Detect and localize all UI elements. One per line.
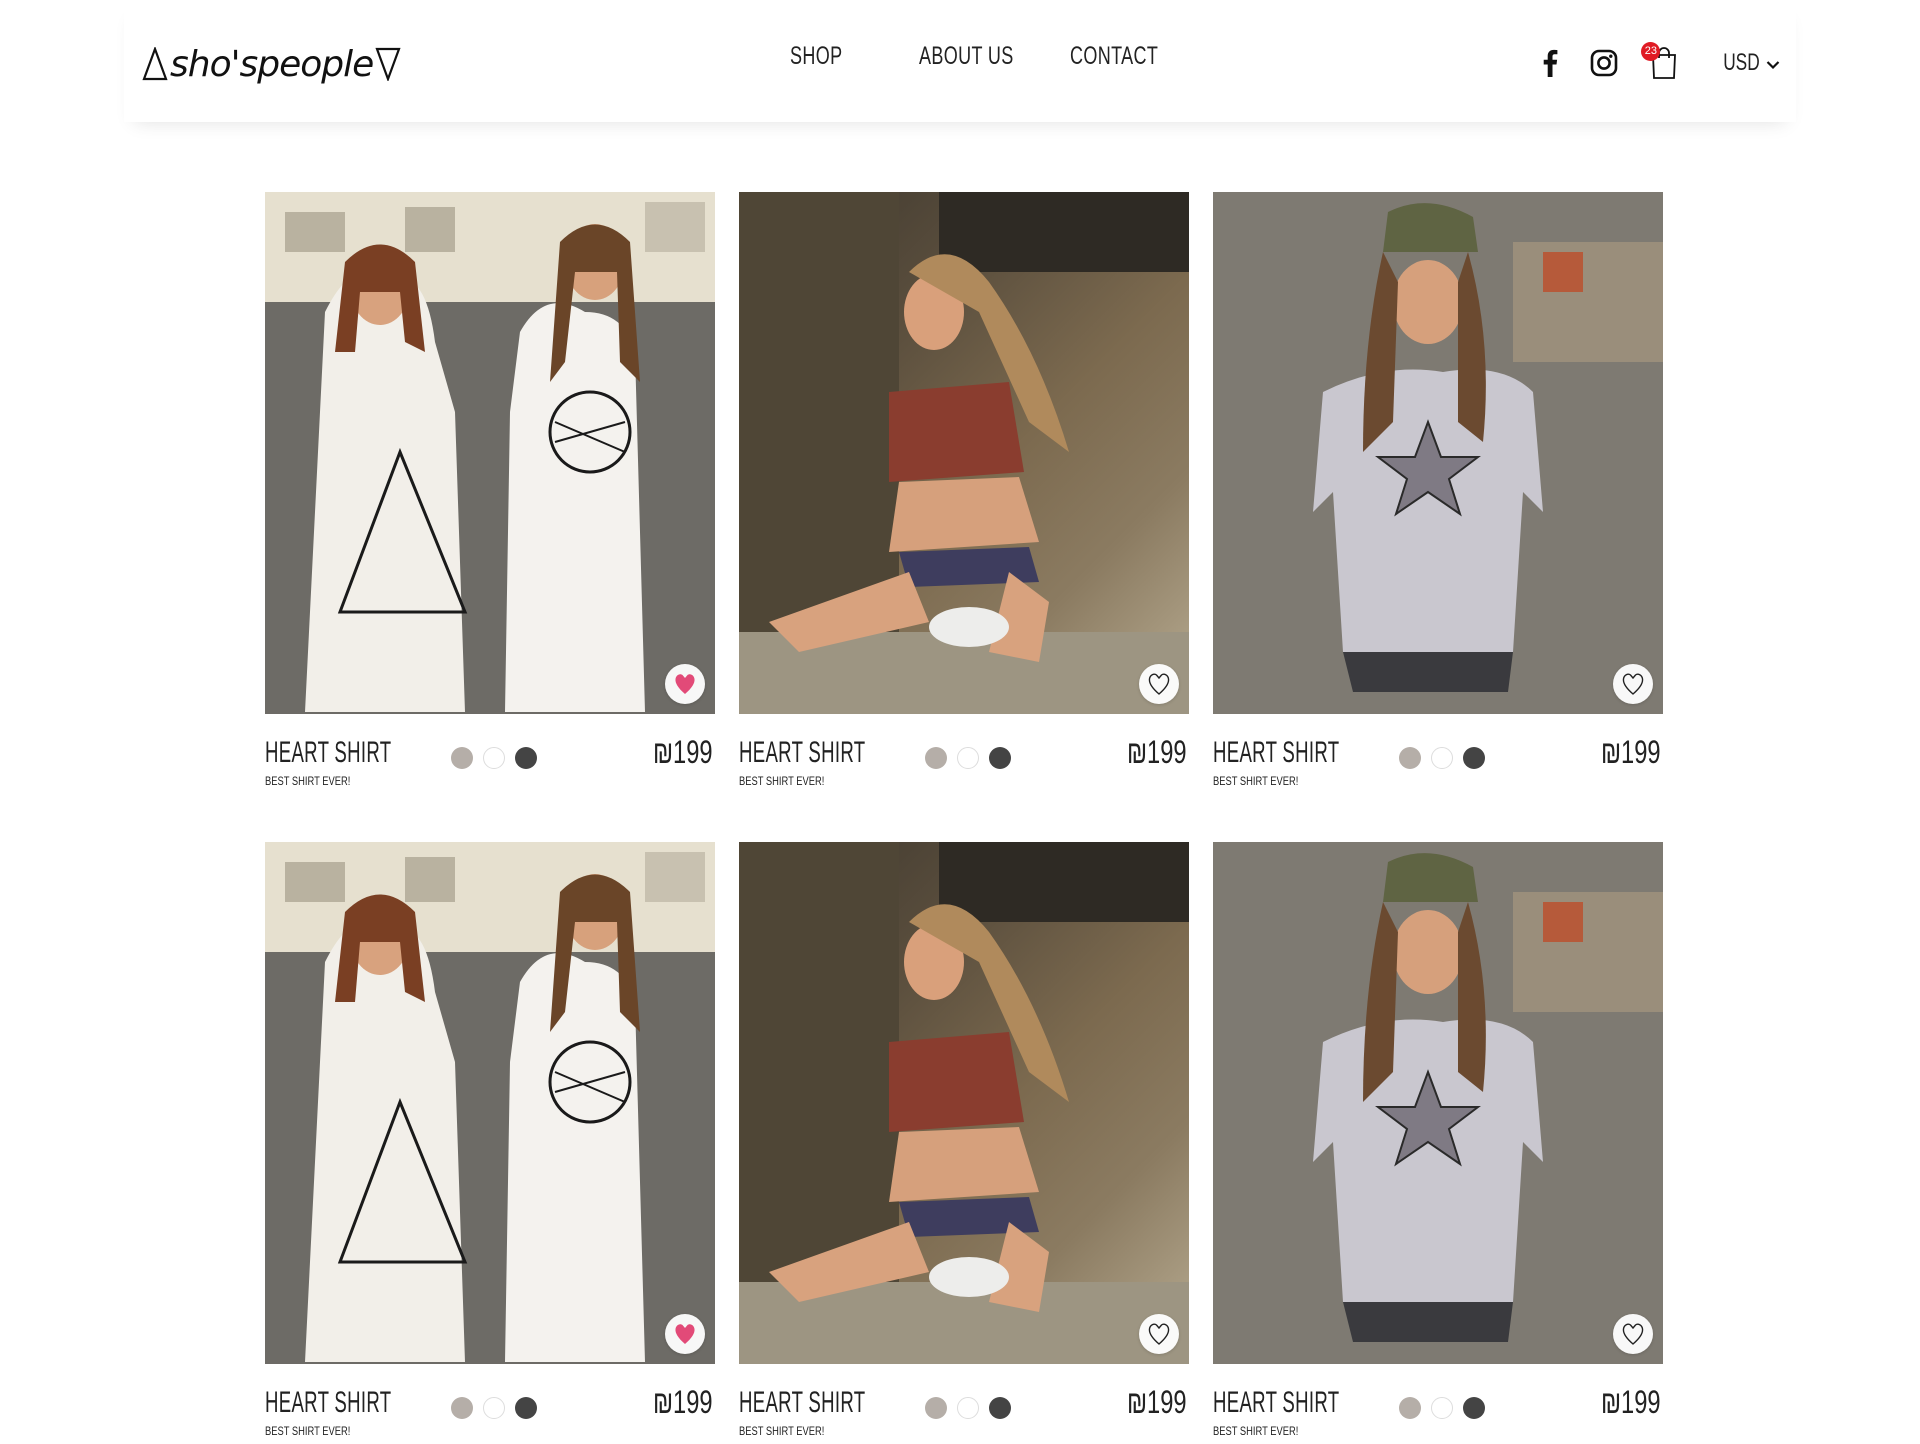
color-swatches [925,747,1011,769]
logo-triangle-down-icon [375,47,401,81]
color-swatches [451,1397,537,1419]
photo-illustration [265,192,715,714]
product-info: HEART SHIRT BEST SHIRT EVER! ₪199 [739,1364,1189,1444]
product-name[interactable]: HEART SHIRT [739,1386,865,1420]
wishlist-button[interactable] [1613,664,1653,704]
logo-triangle-up-icon [142,47,168,81]
swatch-dark[interactable] [989,1397,1011,1419]
product-subtitle: BEST SHIRT EVER! [265,1424,351,1438]
wishlist-button[interactable] [665,1314,705,1354]
product-image[interactable] [1213,842,1663,1364]
heart-outline-icon [1622,673,1644,695]
heart-outline-icon [1622,1323,1644,1345]
heart-filled-icon [675,1324,695,1344]
swatch-dark[interactable] [1463,1397,1485,1419]
nav-shop[interactable]: SHOP [790,42,842,71]
product-name[interactable]: HEART SHIRT [1213,736,1339,770]
currency-selector[interactable]: USD [1709,49,1780,77]
product-subtitle: BEST SHIRT EVER! [739,1424,825,1438]
product-card[interactable]: HEART SHIRT BEST SHIRT EVER! ₪199 [1213,192,1663,794]
product-card[interactable]: HEART SHIRT BEST SHIRT EVER! ₪199 [265,192,715,794]
photo-illustration [739,842,1189,1364]
chevron-down-icon [1766,49,1780,77]
product-name[interactable]: HEART SHIRT [265,736,391,770]
product-price: ₪199 [1601,1384,1661,1420]
swatch-grey[interactable] [925,747,947,769]
swatch-white[interactable] [483,747,505,769]
color-swatches [451,747,537,769]
color-swatches [1399,747,1485,769]
product-image[interactable] [1213,192,1663,714]
product-image[interactable] [265,842,715,1364]
swatch-dark[interactable] [989,747,1011,769]
product-card[interactable]: HEART SHIRT BEST SHIRT EVER! ₪199 [739,192,1189,794]
wishlist-button[interactable] [1613,1314,1653,1354]
photo-illustration [1213,842,1663,1364]
swatch-dark[interactable] [1463,747,1485,769]
color-swatches [925,1397,1011,1419]
photo-illustration [739,192,1189,714]
product-info: HEART SHIRT BEST SHIRT EVER! ₪199 [1213,1364,1663,1444]
product-info: HEART SHIRT BEST SHIRT EVER! ₪199 [1213,714,1663,794]
product-price: ₪199 [1127,1384,1187,1420]
shopping-bag-icon[interactable]: 23 [1641,42,1681,80]
swatch-grey[interactable] [451,1397,473,1419]
photo-illustration [1213,192,1663,714]
product-image[interactable] [739,842,1189,1364]
product-info: HEART SHIRT BEST SHIRT EVER! ₪199 [265,714,715,794]
swatch-grey[interactable] [925,1397,947,1419]
product-price: ₪199 [1127,734,1187,770]
wishlist-button[interactable] [1139,1314,1179,1354]
nav-about-us[interactable]: ABOUT US [919,42,1014,71]
product-name[interactable]: HEART SHIRT [265,1386,391,1420]
swatch-white[interactable] [483,1397,505,1419]
product-card[interactable]: HEART SHIRT BEST SHIRT EVER! ₪199 [739,842,1189,1444]
product-price: ₪199 [653,1384,713,1420]
currency-label: USD [1723,49,1760,76]
product-name[interactable]: HEART SHIRT [1213,1386,1339,1420]
wishlist-button[interactable] [1139,664,1179,704]
product-card[interactable]: HEART SHIRT BEST SHIRT EVER! ₪199 [1213,842,1663,1444]
product-image[interactable] [739,192,1189,714]
instagram-icon[interactable] [1587,46,1621,80]
swatch-white[interactable] [1431,1397,1453,1419]
brand-logo[interactable]: sho'speople [142,36,401,92]
product-subtitle: BEST SHIRT EVER! [265,774,351,788]
nav-contact[interactable]: CONTACT [1070,42,1158,71]
product-info: HEART SHIRT BEST SHIRT EVER! ₪199 [739,714,1189,794]
product-card[interactable]: HEART SHIRT BEST SHIRT EVER! ₪199 [265,842,715,1444]
swatch-white[interactable] [1431,747,1453,769]
swatch-grey[interactable] [1399,1397,1421,1419]
swatch-dark[interactable] [515,747,537,769]
wishlist-button[interactable] [665,664,705,704]
product-image[interactable] [265,192,715,714]
product-price: ₪199 [1601,734,1661,770]
heart-filled-icon [675,674,695,694]
product-info: HEART SHIRT BEST SHIRT EVER! ₪199 [265,1364,715,1444]
product-subtitle: BEST SHIRT EVER! [739,774,825,788]
swatch-white[interactable] [957,1397,979,1419]
product-price: ₪199 [653,734,713,770]
color-swatches [1399,1397,1485,1419]
swatch-grey[interactable] [1399,747,1421,769]
swatch-grey[interactable] [451,747,473,769]
photo-illustration [265,842,715,1364]
heart-outline-icon [1148,1323,1170,1345]
logo-wordmark: sho'speople [170,43,374,85]
heart-outline-icon [1148,673,1170,695]
product-subtitle: BEST SHIRT EVER! [1213,774,1299,788]
swatch-white[interactable] [957,747,979,769]
header-actions: 23 USD [1533,38,1780,88]
swatch-dark[interactable] [515,1397,537,1419]
product-subtitle: BEST SHIRT EVER! [1213,1424,1299,1438]
site-header: sho'speople SHOP ABOUT US CONTACT 23 USD [124,0,1796,122]
product-name[interactable]: HEART SHIRT [739,736,865,770]
facebook-icon[interactable] [1533,46,1567,80]
